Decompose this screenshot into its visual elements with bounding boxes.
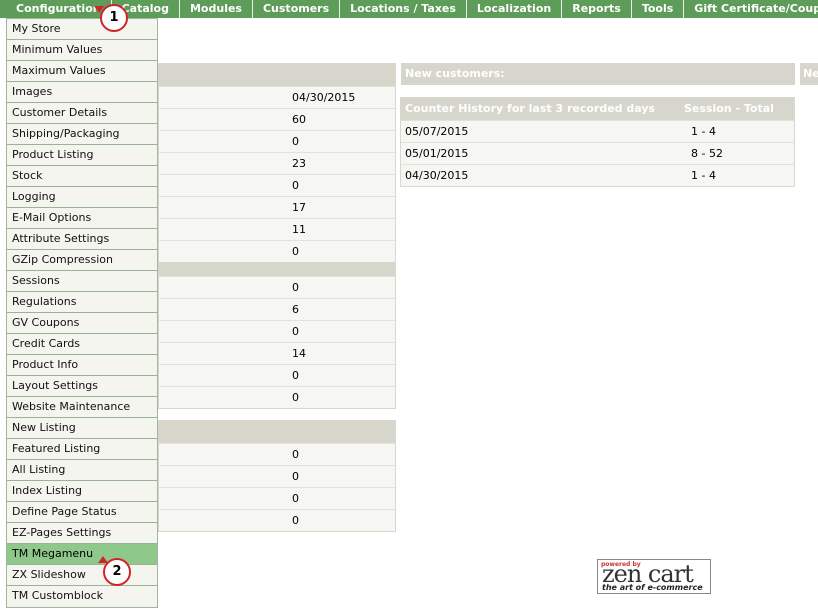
menu-item-logging[interactable]: Logging: [7, 187, 157, 208]
menu-item-maximum-values[interactable]: Maximum Values: [7, 61, 157, 82]
stat-value: 0: [292, 448, 299, 461]
stat-row: 0: [159, 465, 395, 487]
stat-row: 0: [159, 443, 395, 465]
counter-date: 05/07/2015: [405, 125, 469, 138]
menu-item-regulations[interactable]: Regulations: [7, 292, 157, 313]
stat-value: 0: [292, 245, 299, 258]
orders-panel-header: [159, 421, 395, 443]
nav-reports[interactable]: Reports: [562, 0, 632, 18]
menu-item-index-listing[interactable]: Index Listing: [7, 481, 157, 502]
stat-value: 0: [292, 281, 299, 294]
new-customers-panel: New customers:: [401, 63, 795, 85]
stat-row: 0: [159, 509, 395, 531]
menu-item-images[interactable]: Images: [7, 82, 157, 103]
menu-item-gzip-compression[interactable]: GZip Compression: [7, 250, 157, 271]
stat-row: 0: [159, 364, 395, 386]
statistics-panel-header: [159, 64, 395, 86]
menu-item-shipping-packaging[interactable]: Shipping/Packaging: [7, 124, 157, 145]
stat-value: 0: [292, 470, 299, 483]
stat-row: 6: [159, 298, 395, 320]
statistics-panel: 04/30/2015 60 0 23 0 17 11 0 0 6 0 14 0 …: [158, 63, 396, 409]
counter-date: 05/01/2015: [405, 147, 469, 160]
menu-item-tm-customblock[interactable]: TM Customblock: [7, 586, 157, 607]
stat-value: 60: [292, 113, 306, 126]
stat-row: 0: [159, 386, 395, 408]
nav-tools[interactable]: Tools: [632, 0, 685, 18]
stat-value: 6: [292, 303, 299, 316]
counter-header-total: Session - Total: [684, 102, 774, 115]
stat-value: 04/30/2015: [292, 91, 356, 104]
menu-item-ez-pages-settings[interactable]: EZ-Pages Settings: [7, 523, 157, 544]
menu-item-stock[interactable]: Stock: [7, 166, 157, 187]
menu-item-featured-listing[interactable]: Featured Listing: [7, 439, 157, 460]
counter-total: 1 - 4: [691, 169, 716, 182]
menu-item-website-maintenance[interactable]: Website Maintenance: [7, 397, 157, 418]
stat-value: 17: [292, 201, 306, 214]
stat-value: 23: [292, 157, 306, 170]
menu-item-my-store[interactable]: My Store: [7, 19, 157, 40]
menu-item-product-info[interactable]: Product Info: [7, 355, 157, 376]
stat-value: 0: [292, 135, 299, 148]
menu-item-define-page-status[interactable]: Define Page Status: [7, 502, 157, 523]
stat-row: 0: [159, 487, 395, 509]
nav-gift-certificate-coupons[interactable]: Gift Certificate/Coupons: [684, 0, 818, 18]
menu-item-email-options[interactable]: E-Mail Options: [7, 208, 157, 229]
menu-item-all-listing[interactable]: All Listing: [7, 460, 157, 481]
menu-item-layout-settings[interactable]: Layout Settings: [7, 376, 157, 397]
counter-history-table: Counter History for last 3 recorded days…: [400, 97, 795, 187]
menu-item-customer-details[interactable]: Customer Details: [7, 103, 157, 124]
zencart-logo: powered by zen cart the art of e-commerc…: [597, 559, 711, 594]
counter-row: 05/07/2015 1 - 4: [401, 120, 794, 142]
counter-date: 04/30/2015: [405, 169, 469, 182]
callout-marker-2: 2: [103, 558, 131, 586]
menu-item-new-listing[interactable]: New Listing: [7, 418, 157, 439]
section-divider: [159, 262, 395, 276]
stat-row: 0: [159, 174, 395, 196]
menu-item-minimum-values[interactable]: Minimum Values: [7, 40, 157, 61]
stat-value: 11: [292, 223, 306, 236]
logo-tagline: the art of e-commerce: [602, 583, 703, 592]
orders-panel: 0 0 0 0: [158, 420, 396, 532]
right-panel-title: Ne: [800, 63, 818, 85]
menu-item-product-listing[interactable]: Product Listing: [7, 145, 157, 166]
nav-modules[interactable]: Modules: [180, 0, 253, 18]
stat-value: 0: [292, 514, 299, 527]
stat-row: 17: [159, 196, 395, 218]
stat-row: 0: [159, 130, 395, 152]
stat-value: 14: [292, 347, 306, 360]
stat-value: 0: [292, 492, 299, 505]
right-panel: Ne: [800, 63, 818, 85]
nav-localization[interactable]: Localization: [467, 0, 563, 18]
menu-item-sessions[interactable]: Sessions: [7, 271, 157, 292]
stat-row: 11: [159, 218, 395, 240]
stat-row: 0: [159, 320, 395, 342]
stat-row: 0: [159, 240, 395, 262]
menu-item-tm-megamenu[interactable]: TM Megamenu: [7, 544, 157, 565]
menu-item-gv-coupons[interactable]: GV Coupons: [7, 313, 157, 334]
stat-row: 0: [159, 276, 395, 298]
nav-customers[interactable]: Customers: [253, 0, 341, 18]
new-customers-title: New customers:: [401, 63, 795, 85]
stat-value: 0: [292, 369, 299, 382]
counter-row: 05/01/2015 8 - 52: [401, 142, 794, 164]
counter-header-date: Counter History for last 3 recorded days: [405, 102, 656, 115]
nav-locations-taxes[interactable]: Locations / Taxes: [340, 0, 467, 18]
callout-marker-1: 1: [100, 4, 128, 32]
counter-header-row: Counter History for last 3 recorded days…: [401, 98, 794, 120]
counter-row: 04/30/2015 1 - 4: [401, 164, 794, 186]
menu-item-attribute-settings[interactable]: Attribute Settings: [7, 229, 157, 250]
stat-row: 04/30/2015: [159, 86, 395, 108]
stat-row: 60: [159, 108, 395, 130]
stat-row: 23: [159, 152, 395, 174]
stat-value: 0: [292, 325, 299, 338]
stat-row: 14: [159, 342, 395, 364]
configuration-dropdown: My Store Minimum Values Maximum Values I…: [6, 18, 158, 608]
stat-value: 0: [292, 391, 299, 404]
menu-item-zx-slideshow[interactable]: ZX Slideshow: [7, 565, 157, 586]
stat-value: 0: [292, 179, 299, 192]
counter-total: 8 - 52: [691, 147, 723, 160]
counter-total: 1 - 4: [691, 125, 716, 138]
menu-item-credit-cards[interactable]: Credit Cards: [7, 334, 157, 355]
